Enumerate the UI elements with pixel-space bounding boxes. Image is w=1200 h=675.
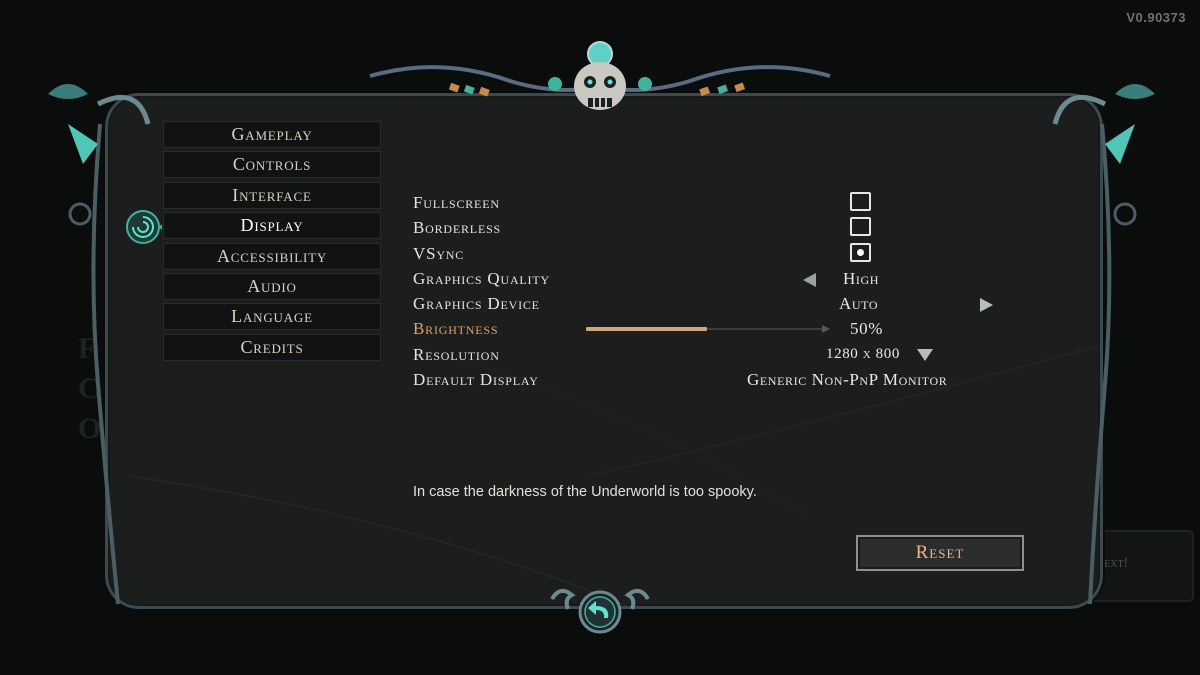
setting-label: Default Display — [413, 370, 539, 390]
menu-item-interface[interactable]: Interface — [163, 181, 381, 209]
menu-item-label: Accessibility — [216, 245, 328, 266]
menu-item-label: Interface — [232, 184, 312, 205]
menu-item-label: Display — [240, 215, 304, 236]
dropdown-arrow-icon[interactable] — [917, 348, 933, 361]
menu-item-language[interactable]: Language — [163, 303, 381, 331]
reset-button-label: Reset — [915, 542, 965, 563]
menu-item-label: Credits — [240, 336, 304, 357]
setting-graphics-device: Graphics Device Auto — [413, 292, 1013, 317]
left-arrow-icon[interactable] — [803, 272, 816, 287]
resolution-value[interactable]: 1280 x 800 — [826, 346, 900, 363]
menu-item-label: Language — [231, 306, 313, 327]
setting-fullscreen: Fullscreen — [413, 191, 1013, 216]
setting-description: In case the darkness of the Underworld i… — [413, 484, 757, 500]
vsync-checkbox[interactable] — [850, 242, 871, 262]
setting-graphics-quality: Graphics Quality High — [413, 267, 1013, 292]
display-settings-list: Fullscreen Borderless VSync Graphics Qua… — [413, 191, 1013, 393]
brightness-slider[interactable] — [586, 325, 830, 334]
back-arrow-icon[interactable] — [548, 585, 652, 635]
checked-dot-icon — [857, 248, 864, 256]
version-label: V0.90373 — [1126, 10, 1186, 25]
reset-button[interactable]: Reset — [856, 535, 1024, 571]
setting-resolution: Resolution 1280 x 800 — [413, 343, 1013, 368]
menu-item-display[interactable]: Display — [163, 212, 381, 240]
borderless-checkbox[interactable] — [850, 217, 871, 237]
setting-label: Graphics Device — [413, 294, 540, 314]
graphics-quality-value: High — [843, 268, 880, 288]
slider-end-icon — [822, 325, 830, 334]
setting-label: Resolution — [413, 344, 500, 364]
menu-item-accessibility[interactable]: Accessibility — [163, 242, 381, 270]
default-display-value[interactable]: Generic Non-PnP Monitor — [747, 370, 947, 390]
skull-icon — [369, 41, 831, 110]
setting-label: Graphics Quality — [413, 268, 550, 288]
setting-default-display: Default Display Generic Non-PnP Monitor — [413, 368, 1013, 393]
menu-item-controls[interactable]: Controls — [163, 151, 381, 179]
right-arrow-icon[interactable] — [980, 298, 993, 313]
setting-label: Fullscreen — [413, 193, 500, 212]
menu-item-credits[interactable]: Credits — [163, 333, 381, 361]
setting-label: Borderless — [413, 218, 502, 238]
fullscreen-checkbox[interactable] — [850, 192, 871, 211]
menu-item-label: Controls — [232, 154, 312, 175]
menu-item-label: Audio — [247, 275, 297, 296]
menu-item-gameplay[interactable]: Gameplay — [163, 121, 381, 148]
settings-menu: Gameplay Controls Interface Display Acce… — [163, 121, 381, 364]
setting-label: Brightness — [413, 319, 499, 339]
left-vine-ornament — [48, 84, 151, 605]
menu-marker-icon — [126, 210, 162, 244]
setting-vsync: VSync — [413, 242, 1013, 267]
right-vine-ornament — [1052, 84, 1155, 605]
menu-item-label: Gameplay — [231, 124, 313, 144]
setting-label: VSync — [413, 243, 465, 263]
menu-item-audio[interactable]: Audio — [163, 272, 381, 300]
brightness-slider-fill — [586, 327, 707, 332]
setting-borderless: Borderless — [413, 216, 1013, 241]
setting-brightness: Brightness 50% — [413, 317, 1013, 342]
graphics-device-value: Auto — [839, 294, 879, 314]
brightness-value: 50% — [850, 319, 883, 339]
